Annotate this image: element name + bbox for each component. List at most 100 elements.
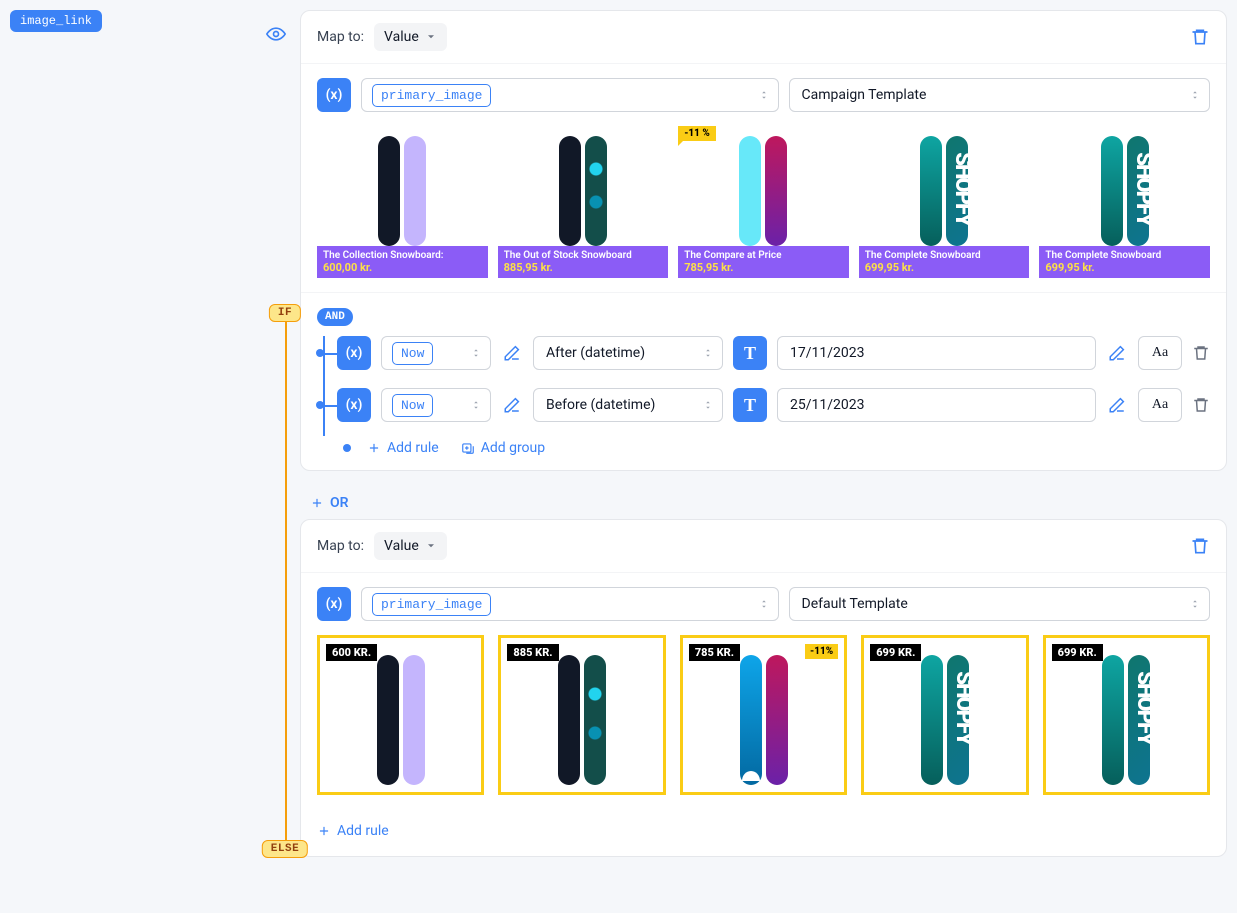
add-rule-button[interactable]: Add rule	[367, 440, 439, 456]
product-tile[interactable]: 699 KR.	[861, 635, 1028, 795]
mapping-panel-campaign: Map to: Value (x) primary_image	[300, 10, 1227, 471]
template-select[interactable]: Campaign Template	[789, 78, 1211, 112]
variable-input[interactable]: primary_image	[361, 587, 779, 621]
or-button[interactable]: OR	[300, 487, 359, 519]
sort-icon	[470, 347, 482, 359]
operator-select[interactable]: Before (datetime)	[533, 388, 723, 422]
add-links: Add rule Add group	[337, 440, 1210, 456]
product-tile[interactable]: The Complete Snowboard 699,95 kr.	[1039, 126, 1210, 278]
delete-mapping-icon[interactable]	[1190, 536, 1210, 556]
board-graphic	[1128, 655, 1150, 785]
price-tag: 699 KR.	[1052, 644, 1103, 661]
condition-row: (x) Now Before (datetime) T	[337, 388, 1210, 422]
product-price: 699,95 kr.	[1045, 261, 1204, 274]
board-graphic	[946, 136, 968, 246]
sort-icon	[702, 399, 714, 411]
mapping-panel-default: Map to: Value (x) primary_image	[300, 519, 1227, 857]
sort-icon	[758, 598, 770, 610]
condition-row: (x) Now After (datetime) T	[337, 336, 1210, 370]
case-option-button[interactable]: Aa	[1138, 336, 1182, 370]
product-tile[interactable]: The Out of Stock Snowboard 885,95 kr.	[498, 126, 669, 278]
add-group-button[interactable]: Add group	[461, 440, 545, 456]
operator-select[interactable]: After (datetime)	[533, 336, 723, 370]
add-rule-label: Add rule	[337, 823, 389, 839]
product-strip-campaign: The Collection Snowboard: 600,00 kr. The…	[317, 126, 1210, 278]
date-value: 17/11/2023	[790, 345, 865, 361]
product-caption: The Out of Stock Snowboard 885,95 kr.	[498, 246, 669, 278]
date-value: 25/11/2023	[790, 397, 865, 413]
discount-tag: -11%	[805, 644, 838, 659]
date-input[interactable]: 25/11/2023	[777, 388, 1096, 422]
product-tile[interactable]: 885 KR.	[498, 635, 665, 795]
sort-icon	[470, 399, 482, 411]
chevron-down-icon	[425, 540, 437, 552]
variable-chip: primary_image	[372, 593, 491, 616]
variable-icon: (x)	[317, 587, 351, 621]
chevron-down-icon	[425, 31, 437, 43]
product-thumb	[498, 126, 669, 246]
date-input[interactable]: 17/11/2023	[777, 336, 1096, 370]
product-tile[interactable]: The Collection Snowboard: 600,00 kr.	[317, 126, 488, 278]
edit-icon[interactable]	[501, 342, 523, 364]
flow-line	[285, 310, 287, 855]
price-tag: 699 KR.	[870, 644, 921, 661]
map-to-label: Map to:	[317, 538, 364, 554]
product-tile[interactable]: The Complete Snowboard 699,95 kr.	[859, 126, 1030, 278]
board-graphic	[739, 136, 761, 246]
delete-condition-icon[interactable]	[1192, 344, 1210, 362]
product-tile[interactable]: 785 KR. -11%	[680, 635, 847, 795]
template-value: Default Template	[802, 596, 908, 612]
field-tag[interactable]: image_link	[10, 10, 102, 32]
board-graphic	[585, 136, 607, 246]
variable-icon: (x)	[317, 78, 351, 112]
board-graphic	[1102, 655, 1124, 785]
panel-header: Map to: Value	[301, 11, 1226, 64]
product-tile[interactable]: 699 KR.	[1043, 635, 1210, 795]
product-caption: The Compare at Price 785,95 kr.	[678, 246, 849, 278]
tree-node-icon	[316, 349, 324, 357]
template-select[interactable]: Default Template	[789, 587, 1211, 621]
template-value: Campaign Template	[802, 87, 927, 103]
product-tile[interactable]: -11 % The Compare at Price 785,95 kr.	[678, 126, 849, 278]
variable-icon: (x)	[337, 388, 371, 422]
map-to-select[interactable]: Value	[374, 532, 447, 560]
product-tile[interactable]: 600 KR.	[317, 635, 484, 795]
preview-eye-icon[interactable]	[266, 24, 286, 44]
delete-condition-icon[interactable]	[1192, 396, 1210, 414]
product-price: 600,00 kr.	[323, 261, 482, 274]
board-graphic	[584, 655, 606, 785]
variable-input[interactable]: primary_image	[361, 78, 779, 112]
variable-icon: (x)	[337, 336, 371, 370]
operator-value: Before (datetime)	[546, 397, 655, 413]
product-strip-default: 600 KR. 885 KR. 785 KR. -11% 699 KR. 699 …	[317, 635, 1210, 795]
product-thumb	[1039, 126, 1210, 246]
product-title: The Out of Stock Snowboard	[504, 250, 663, 261]
case-option-button[interactable]: Aa	[1138, 388, 1182, 422]
board-graphic	[947, 655, 969, 785]
text-type-icon: T	[733, 336, 767, 370]
map-to-value: Value	[384, 538, 419, 554]
condition-variable-input[interactable]: Now	[381, 388, 491, 422]
board-graphic	[921, 655, 943, 785]
edit-icon[interactable]	[1106, 342, 1128, 364]
product-caption: The Collection Snowboard: 600,00 kr.	[317, 246, 488, 278]
operator-value: After (datetime)	[546, 345, 645, 361]
price-tag: 785 KR.	[689, 644, 740, 661]
edit-icon[interactable]	[501, 394, 523, 416]
product-price: 885,95 kr.	[504, 261, 663, 274]
board-graphic	[1101, 136, 1123, 246]
product-price: 785,95 kr.	[684, 261, 843, 274]
board-graphic	[559, 136, 581, 246]
condition-variable-input[interactable]: Now	[381, 336, 491, 370]
add-rule-button[interactable]: Add rule	[317, 823, 389, 839]
sort-icon	[1189, 89, 1201, 101]
board-graphic	[765, 136, 787, 246]
delete-mapping-icon[interactable]	[1190, 27, 1210, 47]
map-to-select[interactable]: Value	[374, 23, 447, 51]
board-graphic	[377, 655, 399, 785]
or-label: OR	[330, 495, 349, 511]
product-thumb: -11 %	[678, 126, 849, 246]
board-graphic	[920, 136, 942, 246]
map-to-value: Value	[384, 29, 419, 45]
edit-icon[interactable]	[1106, 394, 1128, 416]
